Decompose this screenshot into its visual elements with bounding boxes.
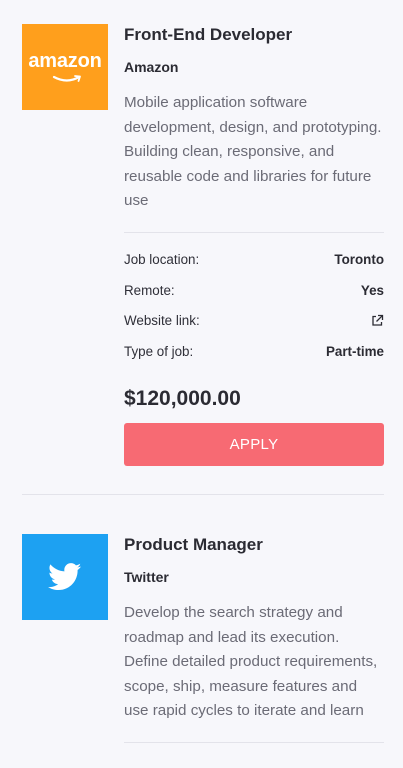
company-name: Twitter	[124, 569, 169, 585]
divider	[124, 231, 384, 233]
twitter-bird-icon	[48, 563, 82, 591]
twitter-logo	[22, 534, 108, 620]
company-name: Amazon	[124, 59, 179, 75]
detail-row-website: Website link:	[124, 306, 384, 337]
detail-row-remote: Remote: Yes	[124, 275, 384, 306]
detail-label: Website link:	[124, 313, 200, 329]
job-content: Front-End Developer Amazon Mobile applic…	[124, 25, 384, 466]
detail-label: Remote:	[124, 282, 175, 298]
job-details: Job location: Toronto Remote: Yes Websit…	[124, 245, 384, 367]
job-content: Product Manager Twitter Develop the sear…	[124, 535, 384, 743]
job-title: Front-End Developer	[124, 25, 293, 44]
job-description: Mobile application software development,…	[124, 94, 382, 209]
salary: $120,000.00	[124, 386, 241, 410]
detail-row-type: Type of job: Part-time	[124, 336, 384, 367]
job-title: Product Manager	[124, 535, 263, 554]
detail-value: Toronto	[334, 252, 384, 268]
amazon-smile-icon	[52, 75, 81, 82]
detail-value: Part-time	[325, 343, 384, 359]
external-link-icon[interactable]	[371, 314, 384, 327]
amazon-logo: amazon	[22, 24, 108, 110]
job-separator	[22, 494, 384, 495]
job-description: Develop the search strategy and roadmap …	[124, 604, 378, 719]
apply-button[interactable]: APPLY	[124, 422, 384, 466]
detail-label: Type of job:	[124, 343, 194, 359]
detail-label: Job location:	[124, 252, 200, 268]
amazon-logo-text: amazon	[28, 49, 102, 72]
divider	[124, 741, 384, 743]
detail-row-location: Job location: Toronto	[124, 245, 384, 276]
detail-value: Yes	[360, 282, 384, 298]
